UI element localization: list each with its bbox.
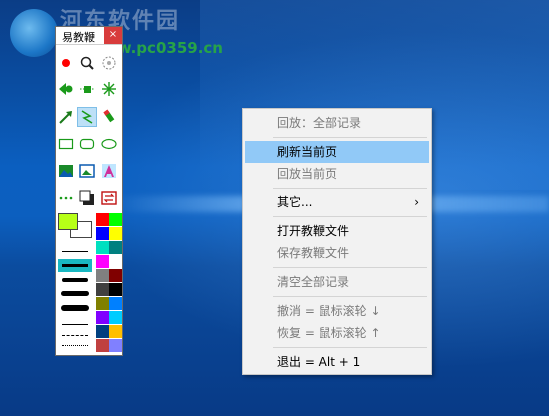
record-dot-icon[interactable] (57, 54, 75, 72)
window-shadow-icon[interactable] (78, 189, 96, 207)
color-swatch[interactable] (96, 269, 109, 282)
line-width-5[interactable] (58, 301, 92, 314)
menu-item-redo[interactable]: 恢复 = 鼠标滚轮 ↑ (245, 322, 429, 344)
foreground-color-swatch[interactable] (58, 213, 78, 230)
color-swatch[interactable] (96, 325, 109, 338)
color-swatch[interactable] (109, 227, 122, 240)
menu-item-clear-all[interactable]: 清空全部记录 (245, 271, 429, 293)
context-menu: 回放：全部记录 刷新当前页 回放当前页 其它... › 打开教鞭文件 保存教鞭文… (242, 108, 432, 375)
menu-item-other-label: 其它... (277, 195, 313, 209)
line-style-dot[interactable] (58, 339, 92, 352)
rounded-rect-icon[interactable] (78, 135, 96, 153)
color-swatch[interactable] (96, 283, 109, 296)
ellipse-icon[interactable] (100, 135, 118, 153)
image-frame-icon[interactable] (78, 162, 96, 180)
menu-separator (273, 347, 427, 348)
lightning-icon[interactable] (77, 107, 97, 127)
menu-item-other[interactable]: 其它... › (245, 191, 429, 213)
color-swatch[interactable] (109, 325, 122, 338)
color-swatch[interactable] (109, 241, 122, 254)
toolbar-window: 易教鞭 × (55, 26, 123, 356)
text-a-icon[interactable] (100, 162, 118, 180)
color-swatch[interactable] (109, 297, 122, 310)
swap-icon[interactable] (100, 189, 118, 207)
color-swatch[interactable] (109, 339, 122, 352)
menu-separator (273, 188, 427, 189)
menu-separator (273, 216, 427, 217)
close-button[interactable]: × (104, 27, 122, 44)
menu-item-open-file[interactable]: 打开教鞭文件 (245, 220, 429, 242)
menu-item-undo[interactable]: 撤消 = 鼠标滚轮 ↓ (245, 300, 429, 322)
color-swatch[interactable] (109, 311, 122, 324)
arrow-pen-icon[interactable] (57, 108, 75, 126)
watermark-logo-icon (10, 9, 58, 57)
color-swatch[interactable] (109, 213, 122, 226)
menu-separator (273, 296, 427, 297)
color-swatch[interactable] (96, 255, 109, 268)
menu-item-refresh-page[interactable]: 刷新当前页 (245, 141, 429, 163)
color-swatch[interactable] (96, 311, 109, 324)
menu-separator (273, 137, 427, 138)
color-swatch[interactable] (109, 255, 122, 268)
color-swatch[interactable] (96, 241, 109, 254)
color-swatch[interactable] (96, 227, 109, 240)
line-width-3[interactable] (58, 273, 92, 286)
arrow-dot-icon[interactable] (57, 80, 75, 98)
line-width-1[interactable] (58, 245, 92, 258)
line-width-4[interactable] (58, 287, 92, 300)
menu-item-replay-all[interactable]: 回放：全部记录 (245, 112, 429, 134)
color-swatch[interactable] (109, 283, 122, 296)
dots-icon[interactable] (57, 189, 75, 207)
color-swatch[interactable] (96, 339, 109, 352)
color-swatch[interactable] (109, 269, 122, 282)
menu-item-replay-page[interactable]: 回放当前页 (245, 163, 429, 185)
color-swatch[interactable] (96, 213, 109, 226)
rectangle-icon[interactable] (57, 135, 75, 153)
line-width-2[interactable] (58, 259, 92, 272)
square-dot-icon[interactable] (78, 80, 96, 98)
menu-item-save-file[interactable]: 保存教鞭文件 (245, 242, 429, 264)
toolbar-titlebar[interactable]: 易教鞭 × (56, 27, 122, 45)
marker-icon[interactable] (100, 108, 118, 126)
menu-separator (273, 267, 427, 268)
image-icon[interactable] (57, 162, 75, 180)
star-burst-icon[interactable] (100, 80, 118, 98)
toolbar-title: 易教鞭 (62, 31, 95, 44)
chevron-right-icon: › (414, 195, 419, 209)
color-selector[interactable] (58, 213, 94, 239)
color-swatch[interactable] (96, 297, 109, 310)
magnifier-icon[interactable] (78, 54, 96, 72)
spotlight-icon[interactable] (100, 54, 118, 72)
menu-item-exit[interactable]: 退出 = Alt + 1 (245, 351, 429, 373)
